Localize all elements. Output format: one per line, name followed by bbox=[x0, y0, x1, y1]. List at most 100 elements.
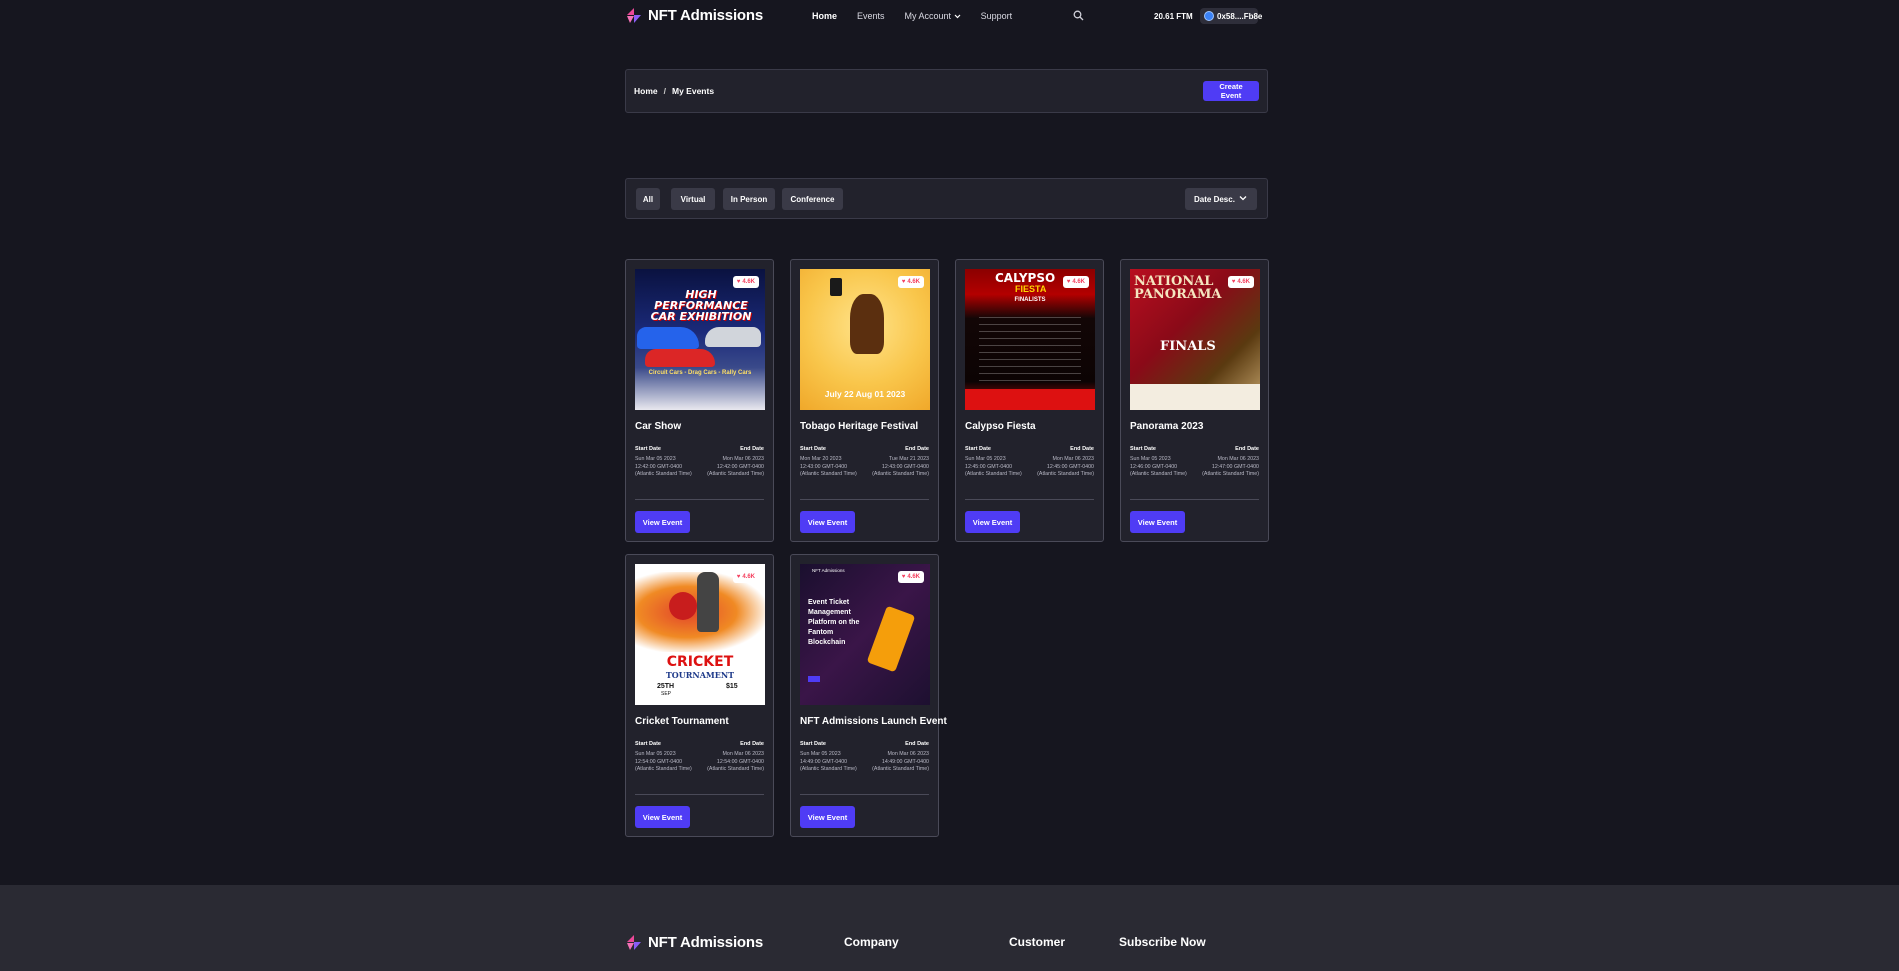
heart-icon: ♥ bbox=[901, 279, 906, 285]
wallet-avatar-icon bbox=[1204, 11, 1214, 21]
view-event-button[interactable]: View Event bbox=[1130, 511, 1185, 533]
end-date-label: End Date bbox=[905, 446, 929, 452]
likes-badge[interactable]: ♥ 4.6K bbox=[732, 276, 759, 288]
chevron-down-icon bbox=[954, 14, 961, 19]
end-date-value: Mon Mar 06 2023 12:42:00 GMT-0400 (Atlan… bbox=[707, 456, 764, 478]
event-poster: CRICKET TOURNAMENT 25TH SEP $15 ♥ 4.6K bbox=[635, 564, 765, 705]
balance: 20.61 FTM bbox=[1154, 12, 1193, 21]
nav-events[interactable]: Events bbox=[857, 11, 885, 21]
view-event-button[interactable]: View Event bbox=[800, 511, 855, 533]
view-event-button[interactable]: View Event bbox=[635, 511, 690, 533]
poster-title-line2: PANORAMA bbox=[1134, 287, 1222, 302]
end-date-label: End Date bbox=[1070, 446, 1094, 452]
poster-title: CRICKET bbox=[666, 654, 734, 670]
filter-all[interactable]: All bbox=[636, 188, 660, 210]
filter-virtual[interactable]: Virtual bbox=[671, 188, 715, 210]
event-title: Tobago Heritage Festival bbox=[800, 421, 919, 432]
breadcrumb-home[interactable]: Home bbox=[634, 86, 658, 96]
footer: NFT Admissions Company Customer Subscrib… bbox=[0, 885, 1899, 971]
footer-brand-name: NFT Admissions bbox=[648, 934, 763, 951]
divider bbox=[800, 794, 929, 795]
poster-ball bbox=[669, 592, 697, 620]
poster-day: 25TH bbox=[657, 683, 675, 690]
event-card: HIGH PERFORMANCE CAR EXHIBITION Circuit … bbox=[625, 259, 774, 542]
event-card: NATIONAL PANORAMA FINALS ♥ 4.6K Panorama … bbox=[1120, 259, 1269, 542]
end-date-value: Mon Mar 06 2023 12:45:00 GMT-0400 (Atlan… bbox=[1037, 456, 1094, 478]
end-date-label: End Date bbox=[740, 741, 764, 747]
car-blue bbox=[637, 327, 699, 349]
nav-my-account-label: My Account bbox=[904, 11, 952, 21]
filter-conference[interactable]: Conference bbox=[782, 188, 843, 210]
poster-cta bbox=[808, 676, 820, 682]
start-date-value: Sun Mar 05 2023 12:45:00 GMT-0400 (Atlan… bbox=[965, 456, 1022, 478]
poster-title: NATIONAL PANORAMA bbox=[1134, 275, 1222, 301]
car-red bbox=[645, 349, 715, 367]
logo-icon bbox=[627, 935, 641, 950]
likes-count: 4.6K bbox=[1072, 279, 1085, 285]
end-date-value: Tue Mar 21 2023 12:43:00 GMT-0400 (Atlan… bbox=[872, 456, 929, 478]
poster-emblem bbox=[830, 278, 842, 296]
poster-player bbox=[697, 572, 719, 632]
filter-bar: All Virtual In Person Conference Date De… bbox=[625, 178, 1268, 219]
footer-col-subscribe: Subscribe Now bbox=[1119, 935, 1206, 949]
start-date-label: Start Date bbox=[635, 741, 661, 747]
search-icon[interactable] bbox=[1073, 10, 1084, 21]
start-date-value: Sun Mar 05 2023 12:54:00 GMT-0400 (Atlan… bbox=[635, 751, 692, 773]
likes-count: 4.6K bbox=[742, 279, 755, 285]
start-date-label: Start Date bbox=[800, 741, 826, 747]
chevron-down-icon bbox=[1239, 196, 1247, 201]
breadcrumb-panel: Home / My Events Create Event bbox=[625, 69, 1268, 113]
start-date-label: Start Date bbox=[635, 446, 661, 452]
likes-badge[interactable]: ♥ 4.6K bbox=[897, 571, 924, 583]
poster-month: SEP bbox=[661, 691, 672, 697]
end-date-label: End Date bbox=[1235, 446, 1259, 452]
poster-text: HIGH PERFORMANCE CAR EXHIBITION bbox=[639, 289, 763, 322]
event-card: NFT Admissions Event Ticket Management P… bbox=[790, 554, 947, 837]
sort-dropdown[interactable]: Date Desc. bbox=[1185, 188, 1257, 210]
logo-icon bbox=[627, 8, 641, 23]
likes-badge[interactable]: ♥ 4.6K bbox=[1227, 276, 1254, 288]
event-card: CRICKET TOURNAMENT 25TH SEP $15 ♥ 4.6K Cr… bbox=[625, 554, 774, 837]
event-poster: NATIONAL PANORAMA FINALS ♥ 4.6K bbox=[1130, 269, 1260, 410]
wallet-button[interactable]: 0x58....Fb8e bbox=[1200, 8, 1262, 24]
footer-logo[interactable]: NFT Admissions bbox=[625, 934, 763, 951]
start-date-value: Sun Mar 05 2023 14:49:00 GMT-0400 (Atlan… bbox=[800, 751, 857, 773]
view-event-button[interactable]: View Event bbox=[965, 511, 1020, 533]
likes-badge[interactable]: ♥ 4.6K bbox=[732, 571, 759, 583]
likes-badge[interactable]: ♥ 4.6K bbox=[897, 276, 924, 288]
event-title: Cricket Tournament bbox=[635, 716, 729, 727]
poster-line2: CAR EXHIBITION bbox=[650, 310, 752, 323]
poster-title-line1: CALYPSO bbox=[995, 271, 1056, 285]
breadcrumb-current: My Events bbox=[672, 86, 715, 96]
poster-crowd bbox=[965, 389, 1095, 410]
create-event-button[interactable]: Create Event bbox=[1203, 81, 1259, 101]
event-card: July 22 Aug 01 2023 ♥ 4.6K Tobago Heritag… bbox=[790, 259, 939, 542]
view-event-button[interactable]: View Event bbox=[800, 806, 855, 828]
filter-in-person[interactable]: In Person bbox=[723, 188, 775, 210]
event-card: CALYPSO FIESTA FINALISTS ♥ 4.6K Calypso F… bbox=[955, 259, 1104, 542]
likes-badge[interactable]: ♥ 4.6K bbox=[1062, 276, 1089, 288]
nav-support[interactable]: Support bbox=[981, 11, 1013, 21]
end-date-value: Mon Mar 06 2023 12:54:00 GMT-0400 (Atlan… bbox=[707, 751, 764, 773]
brand-logo[interactable]: NFT Admissions bbox=[625, 7, 763, 24]
poster-line1: HIGH PERFORMANCE bbox=[654, 288, 748, 312]
nav-home[interactable]: Home bbox=[812, 11, 837, 21]
divider bbox=[1130, 499, 1259, 500]
view-event-button[interactable]: View Event bbox=[635, 806, 690, 828]
poster-brand: NFT Admissions bbox=[812, 568, 845, 573]
poster-ticket bbox=[866, 605, 916, 673]
likes-count: 4.6K bbox=[907, 279, 920, 285]
poster-dates: July 22 Aug 01 2023 bbox=[824, 389, 906, 399]
start-date-label: Start Date bbox=[1130, 446, 1156, 452]
poster-footer bbox=[1130, 384, 1260, 410]
poster-subtitle: TOURNAMENT bbox=[665, 670, 735, 680]
start-date-value: Sun Mar 05 2023 12:42:00 GMT-0400 (Atlan… bbox=[635, 456, 692, 478]
end-date-label: End Date bbox=[740, 446, 764, 452]
poster-tag: Circuit Cars - Drag Cars - Rally Cars bbox=[648, 370, 752, 376]
breadcrumb: Home / My Events bbox=[634, 86, 714, 96]
end-date-value: Mon Mar 06 2023 12:47:00 GMT-0400 (Atlan… bbox=[1202, 456, 1259, 478]
start-date-value: Mon Mar 20 2023 12:43:00 GMT-0400 (Atlan… bbox=[800, 456, 857, 478]
car-white bbox=[705, 327, 761, 347]
nav-my-account[interactable]: My Account bbox=[905, 11, 961, 21]
top-navbar: NFT Admissions Home Events My Account Su… bbox=[625, 0, 1275, 32]
